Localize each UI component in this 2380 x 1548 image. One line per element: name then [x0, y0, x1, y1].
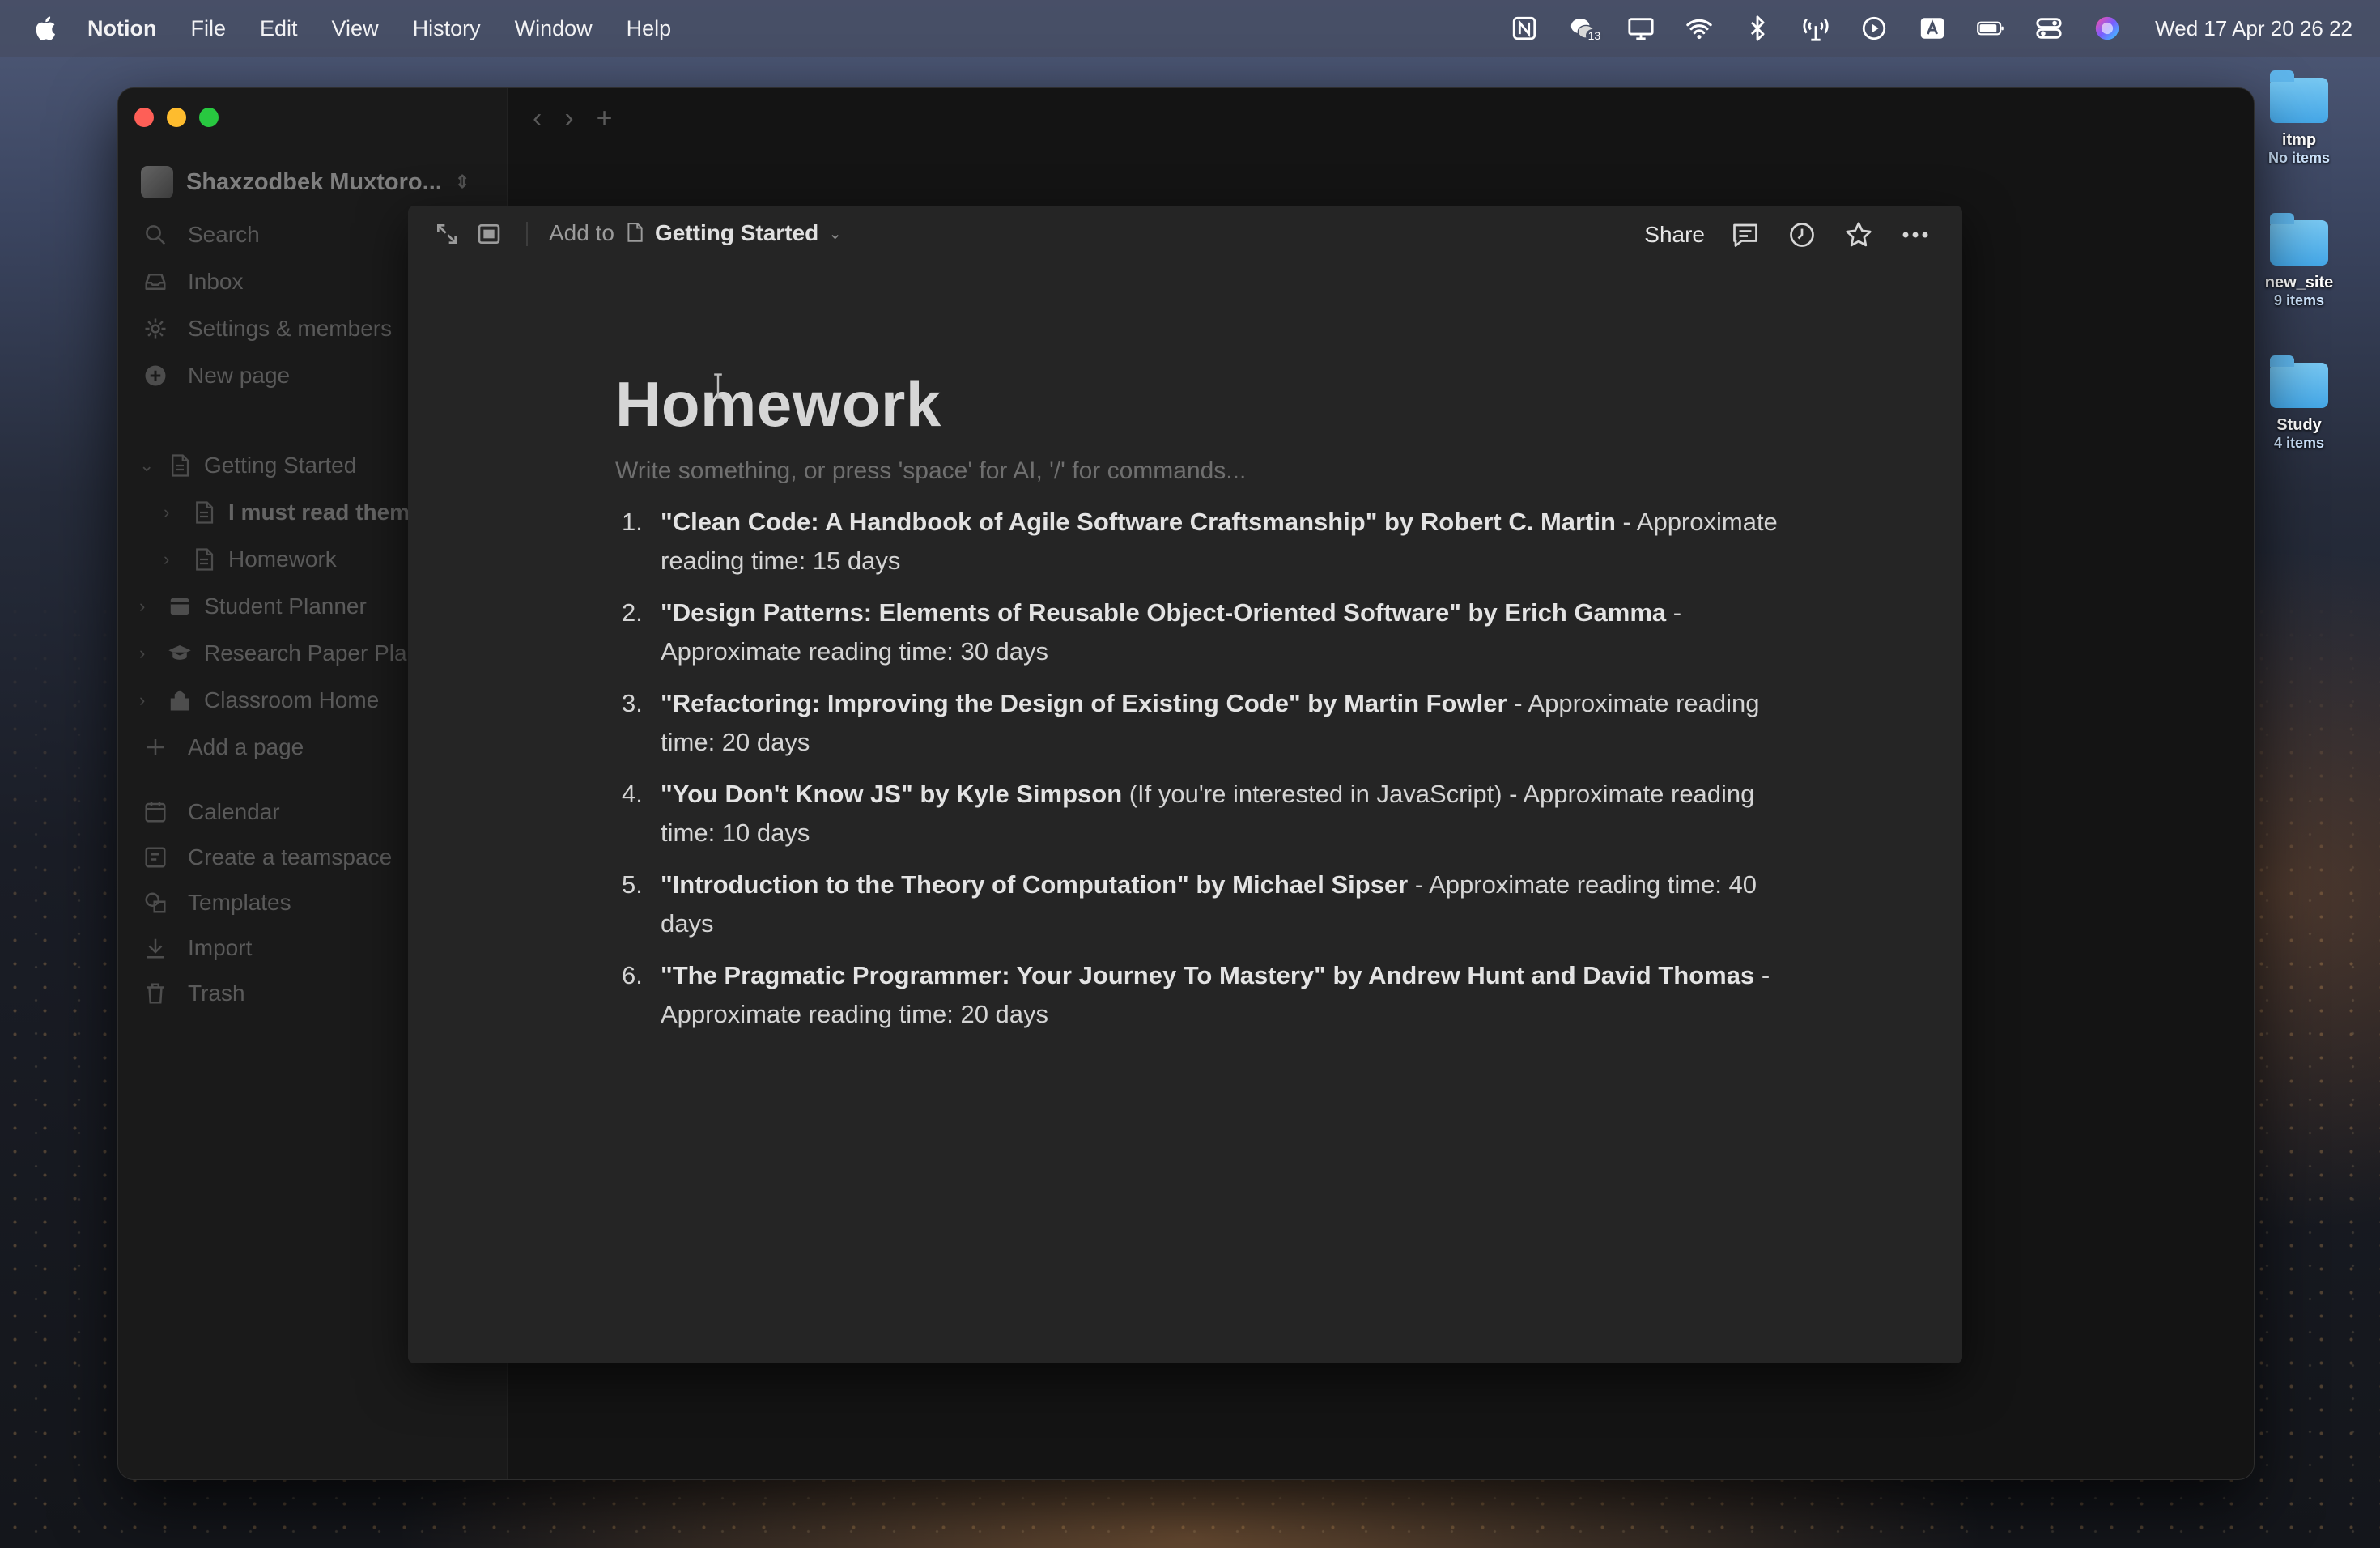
control-center-icon[interactable]: [2034, 13, 2064, 44]
zoom-window-button[interactable]: [199, 108, 219, 127]
folder-count: 4 items: [2273, 435, 2325, 451]
wifi-icon[interactable]: [1684, 13, 1715, 44]
forward-arrow-icon[interactable]: ›: [564, 103, 573, 134]
notion-icon[interactable]: [1509, 13, 1540, 44]
book-title: "You Don't Know JS" by Kyle Simpson: [661, 780, 1123, 808]
menu-help[interactable]: Help: [627, 16, 672, 41]
page-peek-modal: Add to Getting Started ⌄ Share Homework …: [408, 206, 1962, 1363]
book-title: "Introduction to the Theory of Computati…: [661, 870, 1409, 899]
folder-count: 9 items: [2273, 292, 2325, 308]
bluetooth-icon[interactable]: [1742, 13, 1773, 44]
chevron-down-icon[interactable]: ⌄: [828, 223, 842, 244]
close-window-button[interactable]: [134, 108, 154, 127]
breadcrumb: Add to Getting Started ⌄: [549, 220, 842, 246]
list-item[interactable]: 6. "The Pragmatic Programmer: Your Journe…: [615, 956, 1781, 1034]
list-item[interactable]: 1. "Clean Code: A Handbook of Agile Softw…: [615, 503, 1781, 580]
list-item[interactable]: 3. "Refactoring: Improving the Design of …: [615, 684, 1781, 762]
add-to-label: Add to: [549, 220, 614, 245]
folder-count: No items: [2267, 150, 2331, 166]
block-placeholder[interactable]: Write something, or press 'space' for AI…: [615, 457, 1781, 485]
folder-name: Study: [2276, 416, 2322, 434]
display-icon[interactable]: [1626, 13, 1656, 44]
document-body: Homework Write something, or press 'spac…: [615, 368, 1781, 1047]
page-icon: [624, 221, 645, 245]
menu-edit[interactable]: Edit: [260, 16, 298, 41]
peek-mode-icon[interactable]: [474, 219, 504, 249]
desktop-folder-study[interactable]: Study 4 items: [2250, 355, 2348, 452]
keyboard-a-icon[interactable]: [1917, 13, 1948, 44]
book-title: "The Pragmatic Programmer: Your Journey …: [661, 961, 1755, 989]
toolbar-divider: [526, 222, 528, 246]
list-number: 5.: [622, 870, 643, 899]
back-arrow-icon[interactable]: ‹: [533, 103, 542, 134]
list-item[interactable]: 5. "Introduction to the Theory of Computa…: [615, 865, 1781, 943]
menu-view[interactable]: View: [332, 16, 379, 41]
menubar-clock[interactable]: Wed 17 Apr 20 26 22: [2155, 16, 2352, 41]
desktop-folder-itmp[interactable]: itmp No items: [2250, 70, 2348, 167]
top-navigation: ‹ › +: [533, 103, 613, 134]
list-number: 1.: [622, 508, 643, 536]
folder-name: itmp: [2281, 131, 2317, 149]
parent-page-selector[interactable]: Getting Started: [655, 220, 818, 246]
window-controls: [134, 108, 219, 127]
history-clock-icon[interactable]: [1786, 219, 1818, 251]
notification-badge: 13: [1585, 29, 1604, 42]
siri-icon[interactable]: [2092, 13, 2123, 44]
list-number: 4.: [622, 780, 643, 808]
wechat-icon[interactable]: 13: [1567, 13, 1604, 44]
list-number: 2.: [622, 598, 643, 627]
more-options-icon[interactable]: [1899, 219, 1932, 251]
list-item[interactable]: 4. "You Don't Know JS" by Kyle Simpson (I…: [615, 775, 1781, 853]
book-title: "Design Patterns: Elements of Reusable O…: [661, 598, 1667, 627]
menu-file[interactable]: File: [190, 16, 226, 41]
menu-history[interactable]: History: [413, 16, 481, 41]
notion-window: Shaxzodbek Muxtoro... ⇕ Search Inbox Set…: [117, 87, 2255, 1480]
menu-bar: Notion File Edit View History Window Hel…: [0, 0, 2380, 57]
apple-icon[interactable]: [32, 15, 57, 42]
page-title[interactable]: Homework: [615, 368, 1781, 441]
list-number: 6.: [622, 961, 643, 989]
battery-icon: [1975, 13, 2006, 44]
list-item[interactable]: 2. "Design Patterns: Elements of Reusable…: [615, 593, 1781, 671]
book-title: "Refactoring: Improving the Design of Ex…: [661, 689, 1507, 717]
folder-icon: [2270, 70, 2328, 123]
new-tab-plus-icon[interactable]: +: [597, 103, 613, 134]
book-title: "Clean Code: A Handbook of Agile Softwar…: [661, 508, 1616, 536]
menu-app-notion[interactable]: Notion: [87, 16, 156, 41]
share-button[interactable]: Share: [1644, 222, 1705, 248]
favorite-star-icon[interactable]: [1842, 219, 1875, 251]
folder-name: new_site: [2264, 274, 2334, 291]
list-number: 3.: [622, 689, 643, 717]
folder-icon: [2270, 213, 2328, 266]
play-icon[interactable]: [1859, 13, 1889, 44]
menu-window[interactable]: Window: [515, 16, 593, 41]
comments-icon[interactable]: [1729, 219, 1762, 251]
folder-icon: [2270, 355, 2328, 408]
minimize-window-button[interactable]: [167, 108, 186, 127]
antenna-icon[interactable]: [1800, 13, 1831, 44]
peek-toolbar: Add to Getting Started ⌄ Share: [408, 206, 1962, 262]
desktop-folder-new-site[interactable]: new_site 9 items: [2250, 213, 2348, 309]
book-list: 1. "Clean Code: A Handbook of Agile Softw…: [615, 503, 1781, 1034]
expand-icon[interactable]: [432, 219, 461, 249]
text-cursor-icon: [714, 373, 722, 399]
